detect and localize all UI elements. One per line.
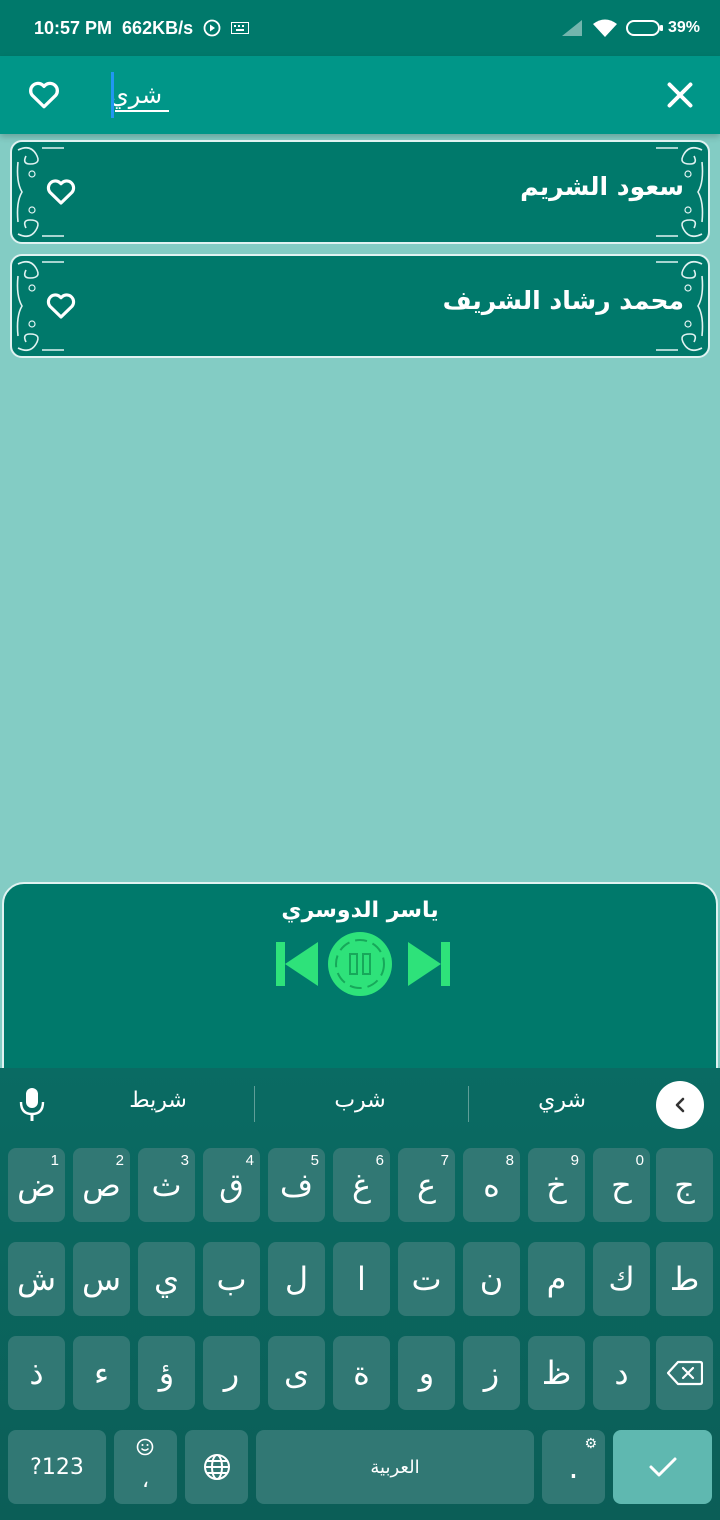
key[interactable]: ط [656, 1242, 713, 1316]
key[interactable]: ص2 [73, 1148, 130, 1222]
reciter-name: سعود الشريم [520, 172, 684, 201]
key[interactable]: ؤ [138, 1336, 195, 1410]
keyboard-icon [231, 22, 250, 34]
key[interactable]: ي [138, 1242, 195, 1316]
text-caret [111, 72, 114, 118]
suggestion-item[interactable]: شرب [280, 1088, 440, 1113]
key[interactable]: ق4 [203, 1148, 260, 1222]
symbols-key[interactable]: ?123 [8, 1430, 106, 1504]
soft-keyboard: شريط شرب شري ض1 ص2 ث3 ق4 ف5 غ6 ع7 ه8 خ9 … [0, 1068, 720, 1520]
key[interactable]: ل [268, 1242, 325, 1316]
key[interactable]: ف5 [268, 1148, 325, 1222]
key[interactable]: ز [463, 1336, 520, 1410]
key[interactable]: ش [8, 1242, 65, 1316]
key[interactable]: غ6 [333, 1148, 390, 1222]
key[interactable]: د [593, 1336, 650, 1410]
favorites-heart-icon[interactable] [26, 76, 62, 112]
status-time: 10:57 PM [34, 17, 113, 38]
space-key[interactable]: العربية [256, 1430, 534, 1504]
heart-icon[interactable] [44, 174, 78, 208]
enter-key[interactable] [613, 1430, 712, 1504]
emoji-comma-key[interactable]: ، [114, 1430, 177, 1504]
key[interactable]: ن [463, 1242, 520, 1316]
key[interactable]: ض1 [8, 1148, 65, 1222]
skip-next-icon[interactable] [408, 942, 450, 986]
play-circle-icon [203, 19, 221, 37]
player-controls [276, 930, 452, 998]
key[interactable]: ى [268, 1336, 325, 1410]
status-bar: 10:57 PM 662KB/s 39% [0, 0, 720, 56]
suggestion-item[interactable]: شري [482, 1088, 642, 1113]
key[interactable]: س [73, 1242, 130, 1316]
key[interactable]: ك [593, 1242, 650, 1316]
result-card[interactable]: محمد رشاد الشريف [10, 254, 710, 358]
key[interactable]: ت [398, 1242, 455, 1316]
key[interactable]: ذ [8, 1336, 65, 1410]
microphone-icon[interactable] [18, 1086, 46, 1122]
key[interactable]: ا [333, 1242, 390, 1316]
comma-label: ، [141, 1467, 150, 1493]
composing-underline [115, 110, 169, 112]
wifi-icon [592, 19, 617, 37]
now-playing-title: ياسر الدوسري [281, 898, 439, 923]
key[interactable]: و [398, 1336, 455, 1410]
key[interactable]: م [528, 1242, 585, 1316]
reciter-name: محمد رشاد الشريف [442, 286, 684, 315]
pause-icon[interactable] [328, 932, 392, 996]
battery-icon [625, 20, 663, 36]
suggestion-divider [468, 1086, 469, 1122]
key[interactable]: ه8 [463, 1148, 520, 1222]
period-label: . [568, 1448, 579, 1486]
settings-hint-icon: ⚙ [584, 1436, 597, 1452]
chevron-left-icon [675, 1097, 685, 1113]
key[interactable]: خ9 [528, 1148, 585, 1222]
results-list: سعود الشريم محمد رشاد الشريف [10, 140, 710, 368]
key[interactable]: ث3 [138, 1148, 195, 1222]
expand-suggestions-button[interactable] [656, 1081, 704, 1129]
signal-icon [561, 20, 582, 36]
key[interactable]: ء [73, 1336, 130, 1410]
result-card[interactable]: سعود الشريم [10, 140, 710, 244]
suggestion-bar: شريط شرب شري [0, 1068, 720, 1142]
mini-player: ياسر الدوسري [2, 882, 718, 1082]
skip-previous-icon[interactable] [276, 942, 318, 986]
status-speed: 662KB/s [122, 17, 194, 38]
close-icon[interactable] [662, 77, 698, 113]
key[interactable]: ج [656, 1148, 713, 1222]
suggestion-divider [254, 1086, 255, 1122]
backspace-icon [666, 1360, 703, 1386]
search-app-bar [0, 56, 720, 134]
heart-icon[interactable] [44, 288, 78, 322]
check-icon [649, 1457, 676, 1477]
period-key[interactable]: ⚙ . [542, 1430, 605, 1504]
language-key[interactable] [185, 1430, 248, 1504]
key[interactable]: ع7 [398, 1148, 455, 1222]
backspace-key[interactable] [656, 1336, 713, 1410]
key[interactable]: ر [203, 1336, 260, 1410]
key[interactable]: ح0 [593, 1148, 650, 1222]
globe-icon [203, 1454, 230, 1480]
key[interactable]: ظ [528, 1336, 585, 1410]
key[interactable]: ب [203, 1242, 260, 1316]
suggestion-item[interactable]: شريط [78, 1088, 238, 1113]
emoji-icon [136, 1438, 154, 1456]
search-input[interactable] [110, 72, 610, 118]
battery-level: 39% [667, 19, 700, 36]
key[interactable]: ة [333, 1336, 390, 1410]
